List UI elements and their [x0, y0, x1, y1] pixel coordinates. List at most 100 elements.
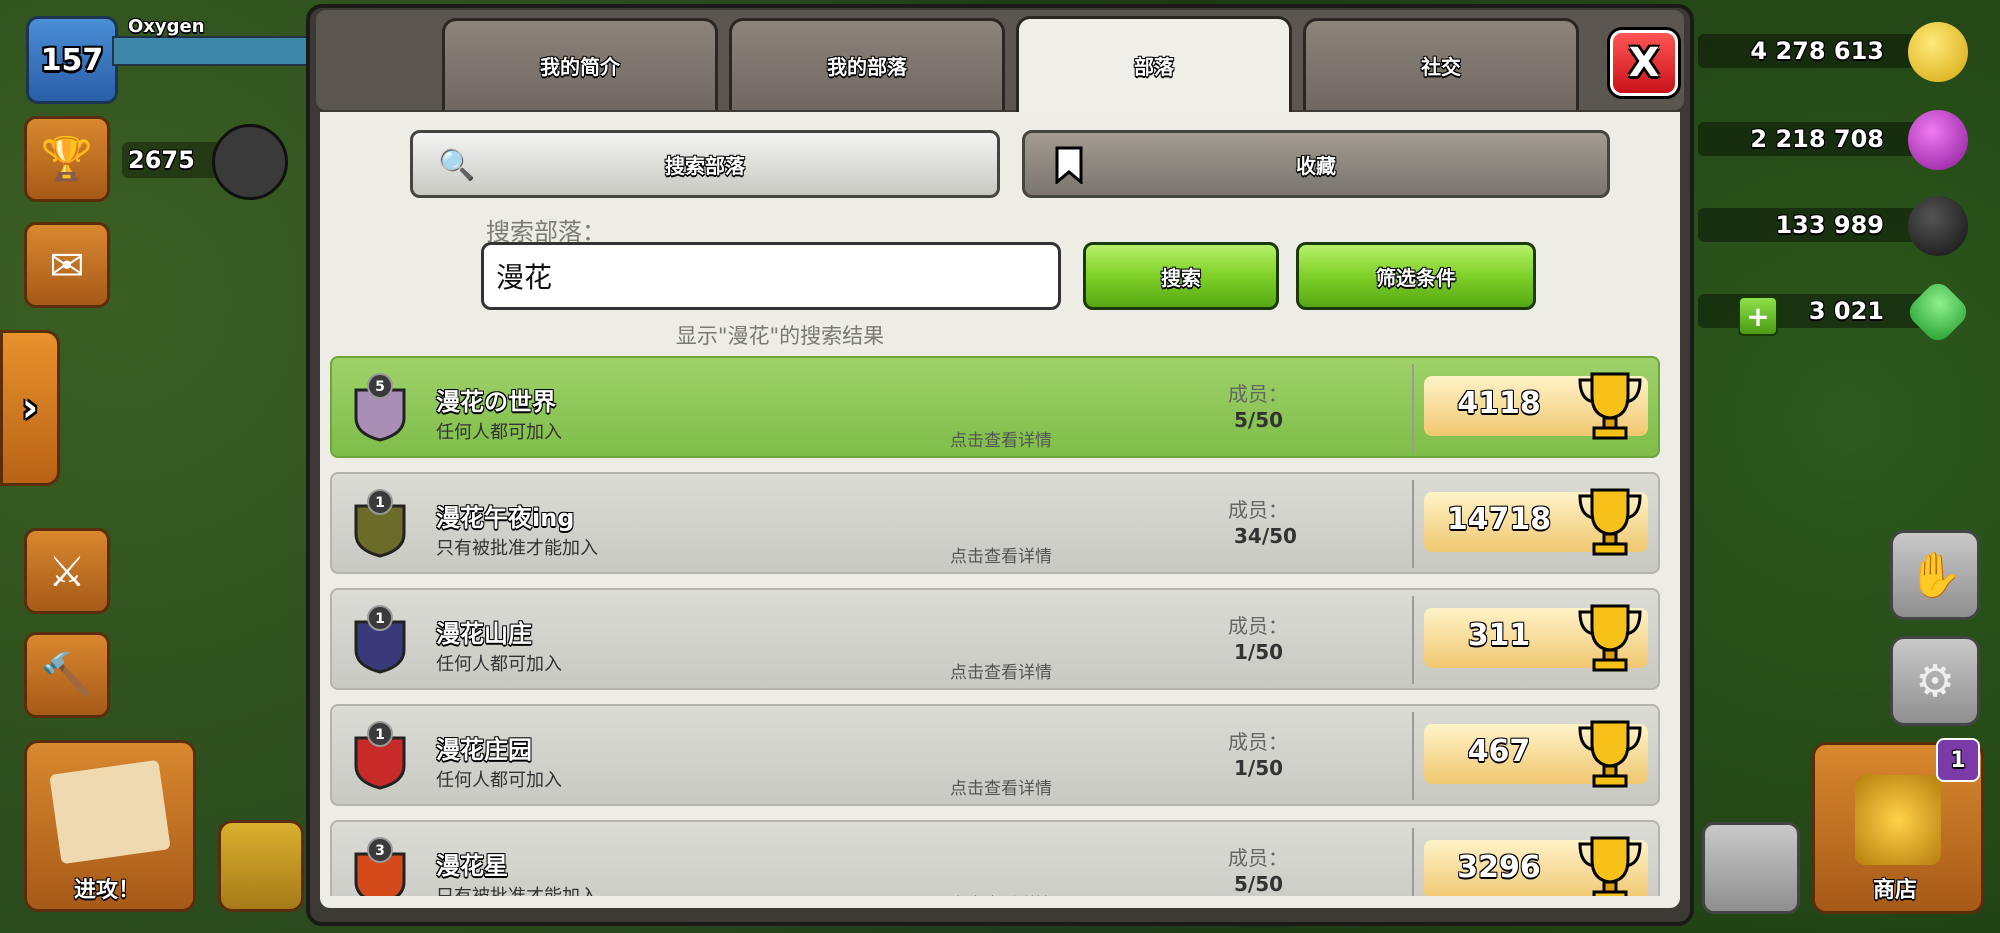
gold-icon	[1908, 22, 1968, 82]
battle-log-button[interactable]: ⚔	[24, 528, 110, 614]
search-results-caption: 显示"漫花"的搜索结果	[675, 324, 885, 348]
tab-clans[interactable]: 部落	[1016, 16, 1292, 112]
news-button[interactable]	[1702, 822, 1800, 914]
clan-join-type: 只有被批准才能加入	[436, 882, 598, 896]
search-button-label: 搜索	[1161, 265, 1201, 290]
mail-icon: ✉	[49, 240, 85, 290]
tab-label: 部落	[1134, 55, 1174, 79]
close-button[interactable]: X	[1610, 30, 1678, 96]
clan-trophy-box: 4118	[1424, 372, 1648, 440]
clan-trophies: 467	[1467, 734, 1531, 769]
trophy-icon	[1574, 600, 1646, 676]
tab-label: 我的简介	[540, 55, 620, 79]
close-icon: X	[1628, 40, 1660, 86]
search-button[interactable]: 搜索	[1083, 242, 1279, 310]
clan-trophies: 3296	[1457, 850, 1541, 885]
members-count: 1/50	[1234, 756, 1284, 780]
filter-button[interactable]: 筛选条件	[1296, 242, 1536, 310]
clan-trophy-box: 467	[1424, 720, 1648, 788]
clan-row[interactable]: 3 漫花星 只有被批准才能加入 点击查看详情 成员： 5/50 3296	[330, 820, 1660, 896]
clan-row[interactable]: 1 漫花庄园 任何人都可加入 点击查看详情 成员： 1/50 467	[330, 704, 1660, 806]
clan-trophies: 4118	[1457, 386, 1541, 421]
expand-arrow-button[interactable]: ›	[0, 330, 60, 486]
clan-shield-button[interactable]	[218, 820, 304, 912]
members-label: 成员：	[1228, 382, 1288, 406]
details-hint: 点击查看详情	[950, 663, 1052, 683]
clan-level: 1	[375, 727, 385, 743]
row-divider	[1412, 828, 1414, 896]
clan-join-type: 任何人都可加入	[436, 770, 562, 791]
elixir-counter: 2 218 708	[1698, 110, 1968, 170]
mail-button[interactable]: ✉	[24, 222, 110, 308]
builder-button[interactable]: 🔨	[24, 632, 110, 718]
add-gems-button[interactable]: +	[1738, 296, 1778, 336]
clan-row[interactable]: 5 漫花の世界 任何人都可加入 点击查看详情 成员： 5/50 4118	[330, 356, 1660, 458]
tab-label: 社交	[1421, 55, 1461, 79]
filter-button-label: 筛选条件	[1376, 265, 1456, 290]
clan-search-input[interactable]	[481, 242, 1061, 310]
members-count: 5/50	[1234, 408, 1284, 432]
details-hint: 点击查看详情	[950, 431, 1052, 451]
search-shield-icon: 🔍	[438, 147, 476, 183]
tab-social[interactable]: 社交	[1303, 18, 1579, 110]
clan-badge-icon: 5	[352, 372, 408, 442]
trophy-icon	[1574, 368, 1646, 444]
xp-bar	[112, 36, 316, 66]
clan-results-list: 5 漫花の世界 任何人都可加入 点击查看详情 成员： 5/50 4118 1 漫…	[330, 356, 1660, 896]
gold-counter: 4 278 613	[1698, 22, 1968, 82]
elixir-value: 2 218 708	[1750, 125, 1884, 153]
row-divider	[1412, 712, 1414, 800]
members-label: 成员：	[1228, 846, 1288, 870]
player-level-badge[interactable]: 157	[26, 16, 118, 104]
tab-my-clan[interactable]: 我的部落	[729, 18, 1005, 110]
dark-elixir-icon	[1908, 196, 1968, 256]
shop-badge: 1	[1936, 738, 1980, 782]
chevron-right-icon: ›	[21, 385, 39, 431]
members-label: 成员：	[1228, 614, 1288, 638]
map-icon	[49, 759, 171, 865]
league-icon	[212, 124, 288, 200]
tab-label: 我的部落	[827, 55, 907, 79]
members-count: 34/50	[1234, 524, 1297, 548]
gem-counter: 3 021	[1698, 278, 1972, 346]
clan-row[interactable]: 1 漫花午夜ing 只有被批准才能加入 点击查看详情 成员： 34/50 147…	[330, 472, 1660, 574]
details-hint: 点击查看详情	[950, 890, 1052, 896]
bookmark-icon	[1047, 143, 1091, 187]
trophy-icon	[1574, 832, 1646, 896]
clan-level: 1	[375, 495, 385, 511]
members-label: 成员：	[1228, 730, 1288, 754]
row-divider	[1412, 480, 1414, 568]
row-divider	[1412, 364, 1414, 452]
dark-elixir-value: 133 989	[1775, 211, 1884, 239]
bookmarks-subtab[interactable]: 收藏	[1022, 130, 1610, 198]
settings-button[interactable]: ⚙	[1890, 636, 1980, 726]
trophy-button[interactable]: 🏆	[24, 116, 110, 202]
hammer-icon: 🔨	[40, 650, 94, 699]
crossed-swords-icon: ⚔	[48, 546, 86, 596]
shop-label: 商店	[1872, 878, 1917, 903]
trophy-icon	[1574, 716, 1646, 792]
clan-name: 漫花の世界	[436, 388, 556, 416]
layout-button[interactable]: ✋	[1890, 530, 1980, 620]
row-divider	[1412, 596, 1414, 684]
gear-icon: ⚙	[1915, 655, 1955, 707]
trophy-icon: 🏆	[40, 134, 94, 183]
clan-level: 5	[375, 379, 385, 395]
clan-trophy-box: 311	[1424, 604, 1648, 672]
clan-row[interactable]: 1 漫花山庄 任何人都可加入 点击查看详情 成员： 1/50 311	[330, 588, 1660, 690]
clan-name: 漫花星	[436, 852, 508, 880]
members-count: 5/50	[1234, 872, 1284, 896]
elixir-icon	[1908, 110, 1968, 170]
clan-name: 漫花庄园	[436, 736, 532, 764]
tab-my-profile[interactable]: 我的简介	[442, 18, 718, 110]
clan-name: 漫花山庄	[436, 620, 532, 648]
clan-trophy-box: 3296	[1424, 836, 1648, 896]
members-label: 成员：	[1228, 498, 1288, 522]
clan-trophies: 311	[1467, 618, 1531, 653]
details-hint: 点击查看详情	[950, 547, 1052, 567]
search-clans-subtab[interactable]: 🔍 搜索部落	[410, 130, 1000, 198]
clan-badge-icon: 1	[352, 720, 408, 790]
gold-pile-icon	[1855, 775, 1941, 865]
attack-label: 进攻！	[73, 878, 140, 903]
hand-arrows-icon: ✋	[1907, 550, 1963, 601]
